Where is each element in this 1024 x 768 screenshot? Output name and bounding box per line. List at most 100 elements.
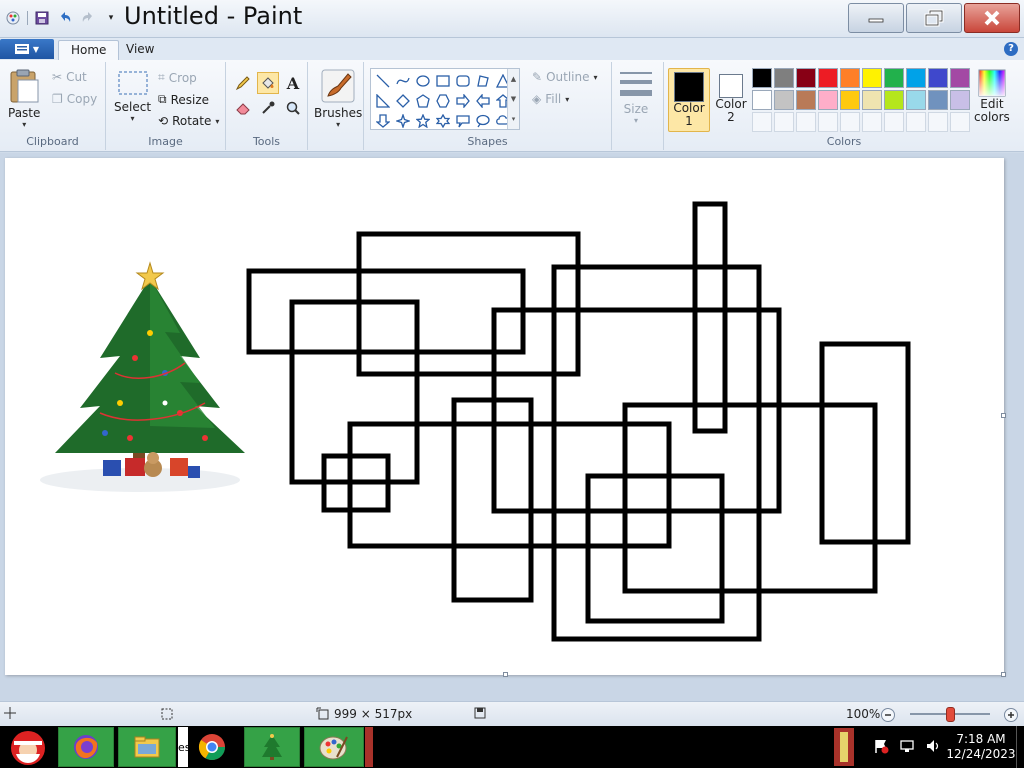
- text-icon[interactable]: A: [282, 72, 304, 94]
- size-button[interactable]: Size ▾: [618, 70, 654, 125]
- custom-color-slot[interactable]: [796, 112, 816, 132]
- cut-button[interactable]: ✂ Cut: [52, 70, 87, 84]
- fill-bucket-icon[interactable]: [257, 72, 279, 94]
- customize-qat-icon[interactable]: ▾: [102, 9, 120, 27]
- palette-swatch[interactable]: [884, 90, 904, 110]
- scroll-down-icon[interactable]: ▼: [511, 95, 516, 103]
- four-point-star-shape-icon[interactable]: [393, 111, 413, 131]
- magnifier-icon[interactable]: [282, 97, 304, 119]
- close-button[interactable]: [964, 3, 1020, 33]
- taskbar-paint[interactable]: [304, 727, 364, 767]
- five-point-star-shape-icon[interactable]: [413, 111, 433, 131]
- palette-swatch[interactable]: [928, 90, 948, 110]
- palette-swatch[interactable]: [796, 90, 816, 110]
- drawing-surface[interactable]: [5, 158, 1004, 675]
- palette-swatch[interactable]: [862, 68, 882, 88]
- pentagon-shape-icon[interactable]: [413, 91, 433, 111]
- taskbar-clock[interactable]: 7:18 AM 12/24/2023: [946, 732, 1016, 762]
- oval-shape-icon[interactable]: [413, 71, 433, 91]
- callout-oval-shape-icon[interactable]: [473, 111, 493, 131]
- palette-swatch[interactable]: [862, 90, 882, 110]
- crop-button[interactable]: ⌗ Crop: [158, 70, 197, 85]
- file-menu-button[interactable]: ▼: [0, 39, 54, 59]
- custom-color-slot[interactable]: [928, 112, 948, 132]
- action-center-flag-icon[interactable]: [873, 738, 889, 757]
- custom-color-slot[interactable]: [862, 112, 882, 132]
- eraser-icon[interactable]: [232, 97, 254, 119]
- volume-icon[interactable]: [925, 738, 941, 757]
- resize-button[interactable]: ⧉ Resize: [158, 92, 209, 107]
- custom-color-slot[interactable]: [906, 112, 926, 132]
- custom-color-slot[interactable]: [840, 112, 860, 132]
- start-button[interactable]: [2, 727, 54, 767]
- custom-color-slot[interactable]: [950, 112, 970, 132]
- color-picker-icon[interactable]: [257, 97, 279, 119]
- expand-gallery-icon[interactable]: ▾: [512, 115, 516, 123]
- left-arrow-shape-icon[interactable]: [473, 91, 493, 111]
- hexagon-shape-icon[interactable]: [433, 91, 453, 111]
- taskbar-chrome[interactable]: [190, 727, 234, 767]
- taskbar-file-explorer[interactable]: [118, 727, 176, 767]
- edit-colors-button[interactable]: Edit colors: [974, 68, 1010, 124]
- palette-swatch[interactable]: [774, 90, 794, 110]
- copy-button[interactable]: ❐ Copy: [52, 92, 97, 106]
- palette-swatch[interactable]: [840, 68, 860, 88]
- palette-swatch[interactable]: [884, 68, 904, 88]
- network-icon[interactable]: [899, 738, 915, 757]
- taskbar-christmas-app[interactable]: [244, 727, 300, 767]
- curve-shape-icon[interactable]: [393, 71, 413, 91]
- polygon-shape-icon[interactable]: [473, 71, 493, 91]
- custom-color-slot[interactable]: [774, 112, 794, 132]
- palette-swatch[interactable]: [752, 90, 772, 110]
- redo-icon[interactable]: [79, 9, 97, 27]
- palette-swatch[interactable]: [818, 90, 838, 110]
- brushes-button[interactable]: Brushes ▾: [314, 68, 362, 129]
- palette-swatch[interactable]: [840, 90, 860, 110]
- taskbar-firefox[interactable]: [58, 727, 114, 767]
- rounded-rectangle-shape-icon[interactable]: [453, 71, 473, 91]
- right-arrow-shape-icon[interactable]: [453, 91, 473, 111]
- restore-button[interactable]: [906, 3, 962, 33]
- tab-home[interactable]: Home: [58, 40, 120, 60]
- zoom-slider-thumb[interactable]: [946, 707, 955, 722]
- palette-swatch[interactable]: [774, 68, 794, 88]
- down-arrow-shape-icon[interactable]: [373, 111, 393, 131]
- custom-color-slot[interactable]: [818, 112, 838, 132]
- show-hidden-icons[interactable]: [834, 728, 854, 766]
- resize-handle-right[interactable]: [1001, 413, 1006, 418]
- shapes-scrollbar[interactable]: ▲ ▼ ▾: [507, 69, 519, 129]
- drawing-canvas[interactable]: [5, 158, 1006, 677]
- palette-swatch[interactable]: [906, 90, 926, 110]
- custom-color-slot[interactable]: [752, 112, 772, 132]
- help-icon[interactable]: ?: [1004, 42, 1018, 56]
- pencil-icon[interactable]: [232, 72, 254, 94]
- paste-button[interactable]: Paste ▾: [8, 68, 40, 129]
- palette-swatch[interactable]: [928, 68, 948, 88]
- six-point-star-shape-icon[interactable]: [433, 111, 453, 131]
- palette-swatch[interactable]: [818, 68, 838, 88]
- palette-swatch[interactable]: [906, 68, 926, 88]
- zoom-in-button[interactable]: [1003, 707, 1019, 723]
- minimize-button[interactable]: [848, 3, 904, 33]
- custom-color-slot[interactable]: [884, 112, 904, 132]
- tab-view[interactable]: View: [114, 40, 166, 60]
- scroll-up-icon[interactable]: ▲: [511, 75, 516, 83]
- taskbar-partial-label[interactable]: es: [178, 727, 191, 767]
- rectangle-shape-icon[interactable]: [433, 71, 453, 91]
- line-shape-icon[interactable]: [373, 71, 393, 91]
- zoom-out-button[interactable]: [880, 707, 896, 723]
- palette-swatch[interactable]: [752, 68, 772, 88]
- fill-button[interactable]: ◈ Fill ▾: [532, 92, 569, 106]
- resize-handle-bottom[interactable]: [503, 672, 508, 677]
- color1-button[interactable]: Color 1: [668, 68, 710, 132]
- select-button[interactable]: Select ▾: [114, 70, 151, 123]
- outline-button[interactable]: ✎ Outline ▾: [532, 70, 598, 84]
- resize-handle-corner[interactable]: [1001, 672, 1006, 677]
- palette-swatch[interactable]: [796, 68, 816, 88]
- palette-swatch[interactable]: [950, 68, 970, 88]
- save-icon[interactable]: [33, 9, 51, 27]
- paint-app-icon[interactable]: [4, 9, 22, 27]
- palette-swatch[interactable]: [950, 90, 970, 110]
- color2-button[interactable]: Color 2: [710, 68, 752, 132]
- diamond-shape-icon[interactable]: [393, 91, 413, 111]
